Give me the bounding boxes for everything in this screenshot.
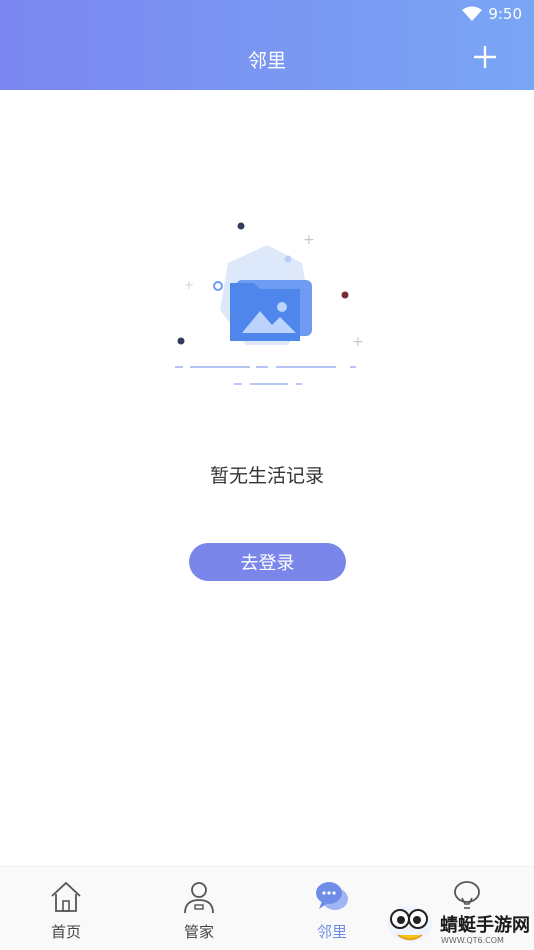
watermark-text: 蜻蜓手游网 — [440, 915, 530, 936]
chat-bubble-icon — [316, 882, 348, 910]
svg-text:+: + — [352, 334, 364, 350]
page-title: 邻里 — [247, 50, 286, 72]
status-time: 9:50 — [488, 5, 522, 23]
add-button[interactable] — [472, 44, 498, 70]
svg-text:+: + — [303, 232, 315, 248]
svg-text:+: + — [184, 278, 194, 292]
tab-label-neighbors: 邻里 — [316, 923, 347, 941]
login-button[interactable]: 去登录 — [189, 543, 346, 581]
empty-illustration: + + + — [175, 222, 364, 385]
tab-label-home: 首页 — [50, 923, 81, 941]
watermark-logo — [388, 906, 432, 942]
watermark-url: WWW.QT6.COM — [441, 936, 504, 945]
butler-icon — [184, 882, 214, 914]
tab-label-butler: 管家 — [183, 923, 214, 941]
header-bar: 9:50 邻里 — [0, 0, 534, 90]
empty-state-message: 暂无生活记录 — [209, 465, 324, 487]
plus-icon — [474, 46, 496, 68]
tab-neighbors[interactable]: 邻里 — [282, 867, 382, 950]
home-icon — [51, 881, 81, 912]
tab-home[interactable]: 首页 — [16, 867, 116, 950]
tab-butler[interactable]: 管家 — [149, 867, 249, 950]
lightbulb-icon — [454, 881, 480, 909]
folder-image-icon — [220, 245, 312, 345]
wifi-icon — [462, 6, 482, 21]
